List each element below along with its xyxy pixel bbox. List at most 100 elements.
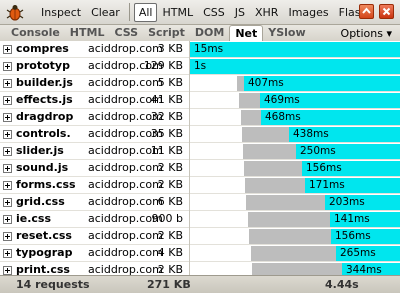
request-size: 2 KB [157,178,183,191]
clear-button[interactable]: Clear [86,3,125,22]
request-time-label: 141ms [334,213,370,225]
request-file-name[interactable]: dragdrop [16,109,85,126]
request-time-label: 438ms [293,128,329,140]
request-row[interactable]: controls. aciddrop.com 35 KB 438ms [0,126,400,143]
plus-expander-icon[interactable] [3,130,12,139]
timeline-wait-bar [242,127,289,142]
request-row[interactable]: builder.js aciddrop.com 5 KB 407ms [0,75,400,92]
request-file-name[interactable]: ie.css [16,211,85,228]
request-timeline: 156ms [189,228,400,245]
request-size: 129 KB [143,59,183,72]
firebug-icon[interactable] [6,3,24,21]
filter-css-button[interactable]: CSS [198,3,230,22]
filter-html-button[interactable]: HTML [157,3,198,22]
timeline-wait-bar [241,110,261,125]
request-file-name[interactable]: prototyp [16,58,85,75]
request-file-name[interactable]: forms.css [16,177,85,194]
tab-css[interactable]: CSS [109,25,143,42]
total-size: 271 KB [147,278,191,291]
plus-expander-icon[interactable] [3,198,12,207]
request-time-label: 156ms [335,230,371,242]
request-size: 3 KB [157,42,183,55]
tab-console[interactable]: Console [6,25,65,42]
plus-expander-icon[interactable] [3,164,12,173]
firebug-toolbar: Inspect Clear All HTML CSS JS XHR Images… [0,0,400,25]
plus-expander-icon[interactable] [3,147,12,156]
plus-expander-icon[interactable] [3,249,12,258]
request-timeline: 15ms [189,41,400,58]
request-time-label: 265ms [340,247,376,259]
request-size: 11 KB [150,144,183,157]
plus-expander-icon[interactable] [3,232,12,241]
request-size: 2 KB [157,229,183,242]
tab-net[interactable]: Net [229,25,264,42]
request-timeline: 407ms [189,75,400,92]
request-row[interactable]: ie.css aciddrop.com 900 b 141ms [0,211,400,228]
request-timeline: 141ms [189,211,400,228]
request-timeline: 438ms [189,126,400,143]
timeline-wait-bar [244,161,302,176]
request-row[interactable]: forms.css aciddrop.com 2 KB 171ms [0,177,400,194]
request-file-name[interactable]: controls. [16,126,85,143]
plus-expander-icon[interactable] [3,45,12,54]
request-file-name[interactable]: builder.js [16,75,85,92]
filter-xhr-button[interactable]: XHR [250,3,283,22]
timeline-wait-bar [246,195,325,210]
tab-yslow[interactable]: YSlow [263,25,310,42]
request-time-label: 407ms [248,77,284,89]
inspect-button[interactable]: Inspect [36,3,86,22]
request-file-name[interactable]: slider.js [16,143,85,160]
toolbar-separator [128,3,130,21]
request-row[interactable]: slider.js aciddrop.com 11 KB 250ms [0,143,400,160]
total-time: 4.44s [325,278,359,291]
request-file-name[interactable]: reset.css [16,228,85,245]
request-size: 2 KB [157,161,183,174]
timeline-wait-bar [245,178,305,193]
request-timeline: 265ms [189,245,400,262]
filter-images-button[interactable]: Images [283,3,333,22]
request-timeline: 171ms [189,177,400,194]
request-row[interactable]: compres aciddrop.com 3 KB 15ms [0,41,400,58]
plus-expander-icon[interactable] [3,113,12,122]
request-timeline: 156ms [189,160,400,177]
request-size: 6 KB [157,195,183,208]
summary-footer: 14 requests 271 KB 4.44s [0,275,400,293]
request-file-name[interactable]: effects.js [16,92,85,109]
tab-html[interactable]: HTML [65,25,110,42]
request-row[interactable]: effects.js aciddrop.com 41 KB 469ms [0,92,400,109]
filter-all-button[interactable]: All [133,2,158,22]
request-time-label: 15ms [194,43,224,55]
request-count: 14 requests [16,278,90,291]
request-size: 32 KB [150,110,183,123]
filter-js-button[interactable]: JS [230,3,250,22]
plus-expander-icon[interactable] [3,215,12,224]
options-menu-button[interactable]: Options ▾ [341,26,392,42]
request-row[interactable]: typograp aciddrop.com 4 KB 265ms [0,245,400,262]
request-size: 5 KB [157,76,183,89]
close-icon[interactable] [379,4,394,19]
request-row[interactable]: reset.css aciddrop.com 2 KB 156ms [0,228,400,245]
request-timeline: 1s [189,58,400,75]
tab-dom[interactable]: DOM [190,25,229,42]
request-file-name[interactable]: typograp [16,245,85,262]
request-row[interactable]: sound.js aciddrop.com 2 KB 156ms [0,160,400,177]
up-arrow-icon[interactable] [359,4,374,19]
request-row[interactable]: dragdrop aciddrop.com 32 KB 468ms [0,109,400,126]
timeline-wait-bar [239,93,260,108]
request-timeline: 203ms [189,194,400,211]
tab-script[interactable]: Script [143,25,190,42]
plus-expander-icon[interactable] [3,181,12,190]
plus-expander-icon[interactable] [3,266,12,275]
request-file-name[interactable]: compres [16,41,85,58]
request-file-name[interactable]: grid.css [16,194,85,211]
request-size: 35 KB [150,127,183,140]
request-row[interactable]: grid.css aciddrop.com 6 KB 203ms [0,194,400,211]
request-file-name[interactable]: sound.js [16,160,85,177]
timeline-wait-bar [248,212,330,227]
plus-expander-icon[interactable] [3,62,12,71]
plus-expander-icon[interactable] [3,96,12,105]
plus-expander-icon[interactable] [3,79,12,88]
request-size: 41 KB [150,93,183,106]
request-time-label: 468ms [265,111,301,123]
request-row[interactable]: prototyp aciddrop.com 129 KB 1s [0,58,400,75]
